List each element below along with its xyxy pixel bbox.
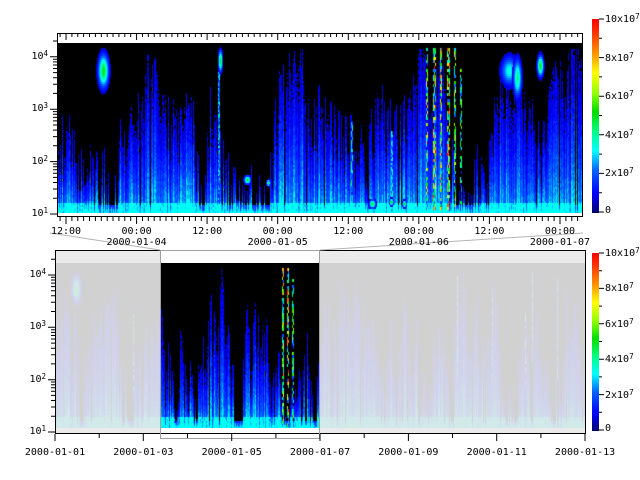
x-date-label: 2000-01-06 [389,237,449,248]
x-tick-label: 2000-01-11 [467,447,527,458]
y-tick-label: 102 [29,372,46,385]
colorbar-tick-label: 2x107 [605,166,634,179]
x-date-label: 2000-01-07 [530,237,590,248]
spectrogram-window: 10110210310410110210310412:0000:002000-0… [0,0,640,480]
colorbar-bottom [592,253,599,431]
top-spectrogram-canvas [58,43,582,213]
x-tick-label: 2000-01-09 [378,447,438,458]
y-tick-label: 104 [29,267,46,280]
colorbar-tick-label: 10x107 [605,12,640,25]
x-tick-label: 12:00 [333,226,363,237]
colorbar-tick-label: 10x107 [605,246,640,259]
x-tick-label: 12:00 [51,226,81,237]
y-tick-label: 104 [31,49,48,62]
x-tick-label: 00:00 [545,226,575,237]
y-tick-label: 103 [31,101,48,114]
x-date-label: 2000-01-05 [248,237,308,248]
colorbar-tick-label: 2x107 [605,388,634,401]
y-tick-label: 101 [29,424,46,437]
x-tick-label: 00:00 [404,226,434,237]
x-tick-label: 2000-01-13 [555,447,615,458]
x-tick-label: 12:00 [192,226,222,237]
colorbar-tick-label: 0 [605,205,611,216]
colorbar-tick-label: 8x107 [605,281,634,294]
colorbar-top [592,19,599,213]
colorbar-tick-label: 6x107 [605,89,634,102]
colorbar-tick-label: 4x107 [605,352,634,365]
x-tick-label: 00:00 [122,226,152,237]
dim-overlay-right [320,251,585,433]
x-tick-label: 12:00 [474,226,504,237]
colorbar-tick-label: 6x107 [605,317,634,330]
y-tick-label: 103 [29,319,46,332]
y-tick-label: 102 [31,154,48,167]
colorbar-tick-label: 0 [605,423,611,434]
y-tick-label: 101 [31,206,48,219]
selection-box[interactable] [160,250,320,439]
x-tick-label: 2000-01-01 [25,447,85,458]
x-date-label: 2000-01-04 [106,237,166,248]
dim-overlay-left [56,251,160,433]
colorbar-tick-label: 4x107 [605,128,634,141]
x-tick-label: 00:00 [263,226,293,237]
x-tick-label: 2000-01-05 [202,447,262,458]
colorbar-tick-label: 8x107 [605,51,634,64]
x-tick-label: 2000-01-03 [113,447,173,458]
x-tick-label: 2000-01-07 [290,447,350,458]
